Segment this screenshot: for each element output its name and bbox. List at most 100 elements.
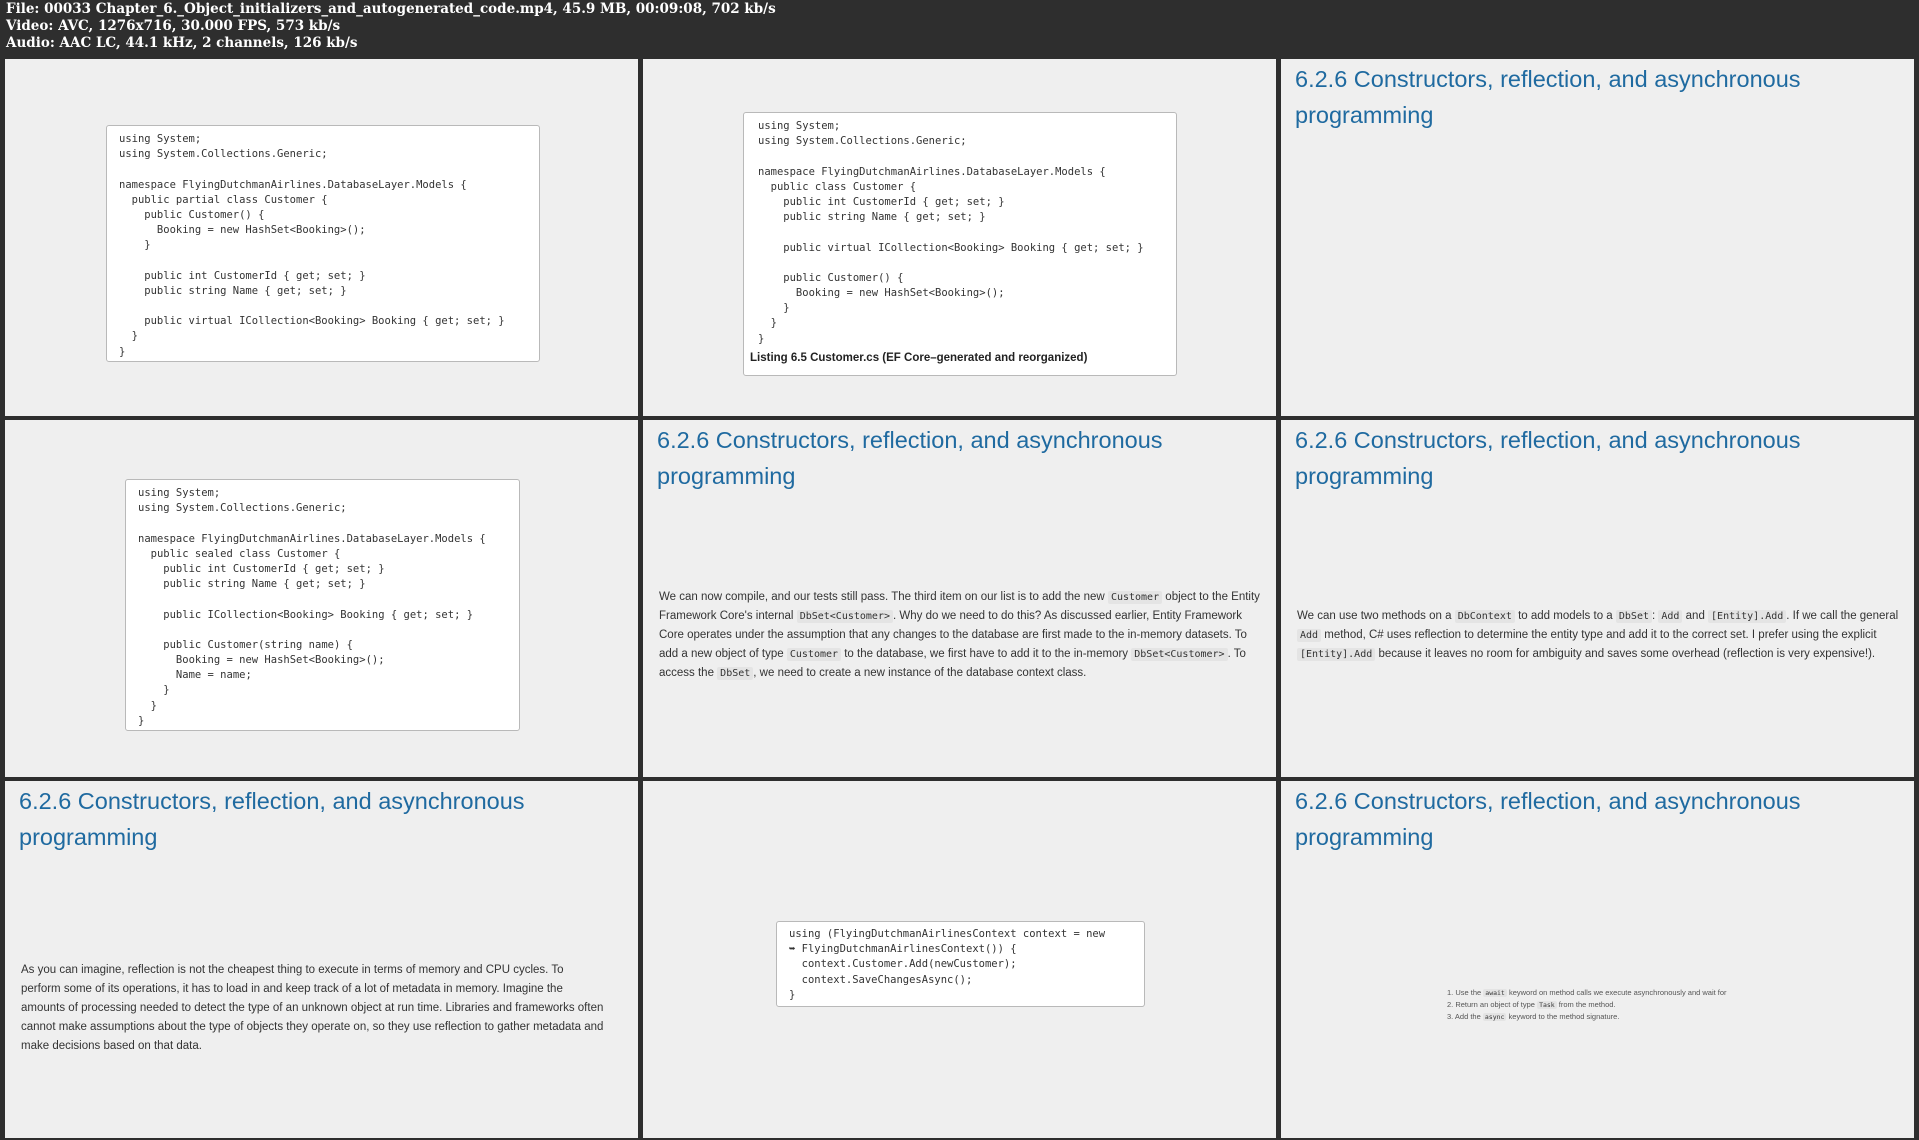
thumbnail-4: using System; using System.Collections.Ge… — [5, 420, 638, 777]
list-item: 2. Return an object of type Task from th… — [1447, 999, 1867, 1011]
code-line: public ICollection<Booking> Booking { ge… — [138, 608, 474, 621]
text-run: from the method. — [1556, 1000, 1616, 1009]
code-line: } — [758, 332, 765, 345]
text-run: because it leaves no room for ambiguity … — [1375, 648, 1876, 660]
slide-title: 6.2.6 Constructors, reflection, and asyn… — [1295, 788, 1801, 850]
file-info-header: File: 00033 Chapter_6._Object_initialize… — [0, 0, 1919, 59]
inline-code: [Entity].Add — [1708, 610, 1787, 623]
code-line: } — [119, 330, 138, 343]
code-line: public string Name { get; set; } — [119, 284, 347, 297]
list-item: 1. Use the await keyword on method calls… — [1447, 987, 1867, 999]
code-line: Booking = new HashSet<Booking>(); — [758, 287, 1005, 300]
code-line: } — [119, 239, 151, 252]
slide-title: 6.2.6 Constructors, reflection, and asyn… — [19, 788, 525, 850]
thumbnail-3: 6.2.6 Constructors, reflection, and asyn… — [1281, 59, 1914, 416]
inline-code: Add — [1297, 629, 1322, 642]
code-line: context.SaveChangesAsync(); — [789, 973, 973, 986]
code-line: context.Customer.Add(newCustomer); — [789, 958, 1017, 971]
text-run: . If we call the general — [1786, 610, 1899, 622]
list-item: 3. Add the async keyword to the method s… — [1447, 1011, 1867, 1023]
thumbnail-1: using System; using System.Collections.Ge… — [5, 59, 638, 416]
code-lines: using System; using System.Collections.Ge… — [758, 119, 1164, 347]
slide-paragraph: We can now compile, and our tests still … — [659, 588, 1264, 683]
inline-code: Add — [1658, 610, 1683, 623]
code-line: public Customer() { — [758, 271, 904, 284]
inline-code: DbSet<Customer> — [1131, 648, 1228, 661]
code-line: public int CustomerId { get; set; } — [138, 562, 385, 575]
code-line: public int CustomerId { get; set; } — [758, 195, 1005, 208]
thumbnail-7: 6.2.6 Constructors, reflection, and asyn… — [5, 781, 638, 1138]
async-steps-list: 1. Use the await keyword on method calls… — [1447, 987, 1867, 1023]
code-line: } — [138, 699, 157, 712]
code-lines: using (FlyingDutchmanAirlinesContext con… — [789, 927, 1132, 1003]
file-info-line: File: 00033 Chapter_6._Object_initialize… — [6, 1, 776, 17]
code-line: using System.Collections.Generic; — [758, 135, 967, 148]
code-line: public Customer() { — [119, 208, 265, 221]
thumbnail-6: 6.2.6 Constructors, reflection, and asyn… — [1281, 420, 1914, 777]
text-run: to the database, we first have to add it… — [841, 648, 1132, 660]
text-run: keyword on method calls we execute async… — [1506, 988, 1727, 997]
code-line: using System; — [119, 133, 202, 145]
code-line: namespace FlyingDutchmanAirlines.Databas… — [758, 165, 1106, 178]
text-run: 2. Return an object of type — [1447, 1000, 1538, 1009]
listing-caption: Listing 6.5 Customer.cs (EF Core–generat… — [750, 351, 1088, 364]
code-line: public int CustomerId { get; set; } — [119, 269, 366, 282]
code-line: using System.Collections.Generic; — [138, 502, 347, 515]
thumbnail-5: 6.2.6 Constructors, reflection, and asyn… — [643, 420, 1276, 777]
code-listing-context-add: using (FlyingDutchmanAirlinesContext con… — [776, 921, 1145, 1007]
code-line: } — [119, 345, 126, 358]
slide-title: 6.2.6 Constructors, reflection, and asyn… — [1295, 66, 1801, 128]
code-listing-customer-reorganized: using System; using System.Collections.Ge… — [743, 112, 1177, 376]
code-line: public class Customer { — [758, 180, 917, 193]
code-listing-sealed-customer: using System; using System.Collections.Ge… — [125, 479, 520, 731]
code-line: Name = name; — [138, 669, 252, 682]
code-line: } — [789, 988, 796, 1001]
code-line: public virtual ICollection<Booking> Book… — [119, 315, 505, 328]
inline-code: async — [1482, 1013, 1507, 1021]
code-line: } — [138, 714, 145, 727]
code-line: } — [758, 302, 790, 315]
code-line: using (FlyingDutchmanAirlinesContext con… — [789, 928, 1106, 940]
code-line: using System.Collections.Generic; — [119, 148, 328, 161]
code-lines: using System; using System.Collections.Ge… — [138, 486, 507, 729]
code-line: public sealed class Customer { — [138, 547, 341, 560]
text-run: , we need to create a new instance of th… — [753, 667, 1087, 679]
code-line: Booking = new HashSet<Booking>(); — [119, 224, 366, 237]
thumbnail-9: 6.2.6 Constructors, reflection, and asyn… — [1281, 781, 1914, 1138]
text-run: 3. Add the — [1447, 1012, 1483, 1021]
code-line: } — [138, 684, 170, 697]
code-line: namespace FlyingDutchmanAirlines.Databas… — [138, 532, 486, 545]
code-line: public string Name { get; set; } — [758, 211, 986, 224]
text-run: to add models to a — [1514, 610, 1616, 622]
thumbnail-2: using System; using System.Collections.Ge… — [643, 59, 1276, 416]
slide-paragraph: As you can imagine, reflection is not th… — [21, 964, 604, 1052]
inline-code: [Entity].Add — [1297, 648, 1376, 661]
thumbnail-8: using (FlyingDutchmanAirlinesContext con… — [643, 781, 1276, 1138]
text-run: keyword to the method signature. — [1506, 1012, 1620, 1021]
video-info-line: Video: AVC, 1276x716, 30.000 FPS, 573 kb… — [6, 18, 341, 34]
code-lines: using System; using System.Collections.Ge… — [119, 132, 527, 360]
code-line: public partial class Customer { — [119, 193, 328, 206]
code-line: Booking = new HashSet<Booking>(); — [138, 654, 385, 667]
audio-info-line: Audio: AAC LC, 44.1 kHz, 2 channels, 126… — [6, 35, 358, 51]
inline-code: Task — [1537, 1001, 1557, 1009]
inline-code: Customer — [786, 648, 842, 661]
inline-code: DbSet<Customer> — [796, 610, 893, 623]
code-line: public string Name { get; set; } — [138, 578, 366, 591]
slide-paragraph: We can use two methods on a DbContext to… — [1297, 607, 1902, 664]
slide-title: 6.2.6 Constructors, reflection, and asyn… — [1295, 427, 1801, 489]
code-line: namespace FlyingDutchmanAirlines.Databas… — [119, 178, 467, 191]
inline-code: Customer — [1107, 591, 1163, 604]
text-run: We can now compile, and our tests still … — [659, 591, 1108, 603]
code-line: public virtual ICollection<Booking> Book… — [758, 241, 1144, 254]
code-line: } — [758, 317, 777, 330]
